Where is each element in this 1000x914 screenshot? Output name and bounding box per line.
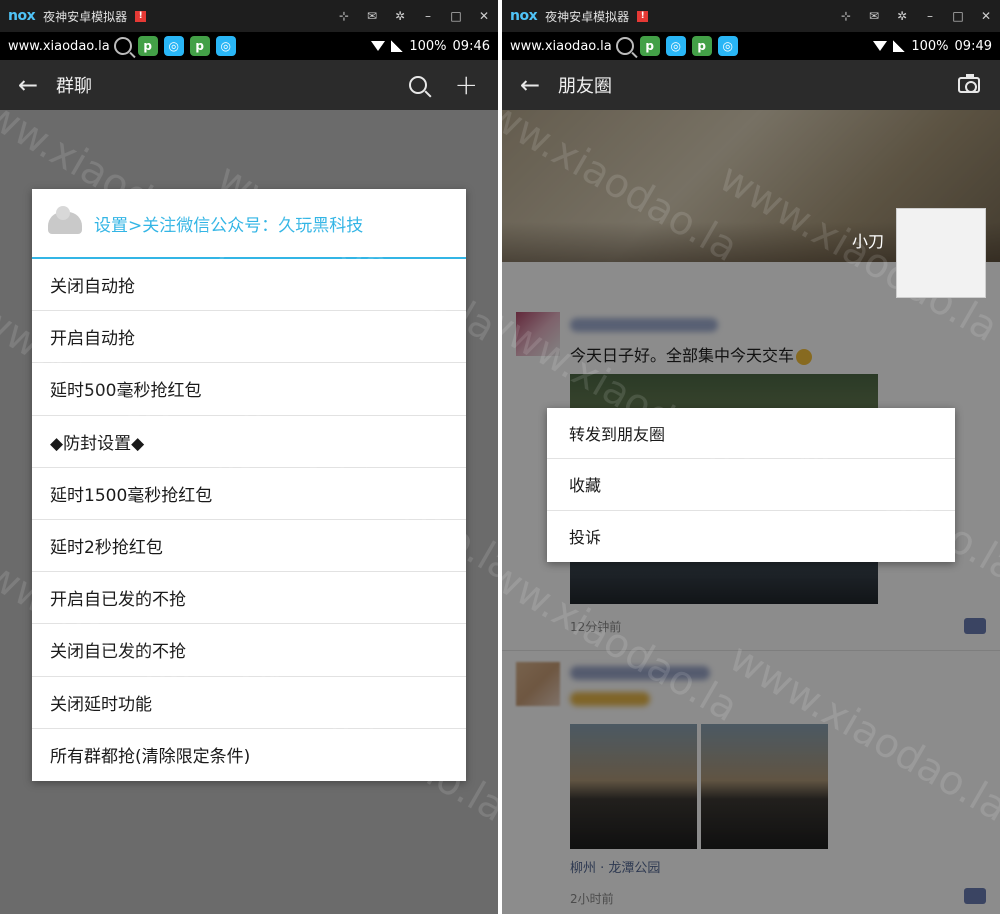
mail-icon[interactable]: ✉	[868, 9, 880, 23]
menu-item[interactable]: 开启自已发的不抢	[32, 572, 466, 625]
status-right: 100% 09:46	[371, 39, 490, 54]
close-icon[interactable]: ✕	[980, 9, 992, 23]
app-bar-actions	[958, 74, 1000, 93]
status-app-icons: p ◎ p ◎	[113, 36, 236, 56]
status-site-text: www.xiaodao.la	[8, 38, 110, 54]
app-bar: ← 群聊 +	[0, 60, 498, 110]
app-p-icon: p	[137, 36, 158, 56]
status-app-icons: p ◎ p ◎	[615, 36, 738, 56]
emulator-title-bar: nox 夜神安卓模拟器 ! ⊹ ✉ ✲ – □ ✕	[502, 0, 1000, 32]
post-context-menu: 转发到朋友圈 收藏 投诉	[547, 408, 955, 562]
wifi-icon	[371, 41, 386, 51]
gear-icon[interactable]: ✲	[896, 9, 908, 23]
status-site-text: www.xiaodao.la	[510, 38, 612, 54]
status-right: 100% 09:49	[873, 39, 992, 54]
alert-badge: !	[135, 10, 147, 22]
clock-text: 09:46	[452, 38, 490, 54]
back-arrow-icon[interactable]: ←	[502, 71, 558, 99]
search-icon	[113, 37, 132, 55]
app-circle-icon: ◎	[717, 36, 738, 56]
app-bar-actions: +	[408, 71, 498, 99]
cloud-icon	[48, 206, 82, 234]
mail-icon[interactable]: ✉	[366, 9, 378, 23]
menu-header: 设置>关注微信公众号：久玩黑科技	[32, 189, 466, 259]
status-bar: www.xiaodao.la p ◎ p ◎ 100% 09:49	[502, 32, 1000, 60]
search-icon	[615, 37, 634, 55]
battery-text: 100%	[409, 38, 447, 54]
emulator-title: 夜神安卓模拟器	[43, 9, 128, 24]
signal-icon	[893, 40, 906, 52]
gear-icon[interactable]: ✲	[394, 9, 406, 23]
battery-text: 100%	[911, 38, 949, 54]
menu-item[interactable]: 开启自动抢	[32, 311, 466, 364]
status-bar: www.xiaodao.la p ◎ p ◎ 100% 09:46	[0, 32, 498, 60]
plus-icon[interactable]: +	[455, 71, 478, 99]
menu-item[interactable]: 延时500毫秒抢红包	[32, 363, 466, 416]
nox-logo: nox	[510, 8, 538, 24]
app-p-icon: p	[189, 36, 210, 56]
app-circle-icon: ◎	[163, 36, 184, 56]
menu-item[interactable]: 关闭自动抢	[32, 259, 466, 312]
pin-icon[interactable]: ⊹	[338, 9, 350, 23]
back-arrow-icon[interactable]: ←	[0, 71, 56, 99]
profile-name: 小刀	[851, 232, 884, 251]
emulator-controls: ⊹ ✉ ✲ – □ ✕	[338, 9, 490, 23]
menu-item[interactable]: 关闭自已发的不抢	[32, 624, 466, 677]
page-title: 朋友圈	[558, 76, 612, 97]
minimize-icon[interactable]: –	[924, 9, 936, 23]
minimize-icon[interactable]: –	[422, 9, 434, 23]
menu-header-title: 设置>关注微信公众号：久玩黑科技	[94, 215, 364, 236]
maximize-icon[interactable]: □	[952, 9, 964, 23]
pin-icon[interactable]: ⊹	[840, 9, 852, 23]
settings-menu-dialog: 设置>关注微信公众号：久玩黑科技 关闭自动抢 开启自动抢 延时500毫秒抢红包 …	[32, 189, 466, 781]
close-icon[interactable]: ✕	[478, 9, 490, 23]
wifi-icon	[873, 41, 888, 51]
emulator-title: 夜神安卓模拟器	[545, 9, 630, 24]
page-title: 群聊	[56, 76, 92, 97]
app-circle-icon: ◎	[665, 36, 686, 56]
context-menu-item-share[interactable]: 转发到朋友圈	[547, 408, 955, 460]
app-p-icon: p	[691, 36, 712, 56]
camera-icon[interactable]	[958, 74, 980, 93]
left-phone-screen: nox 夜神安卓模拟器 ! ⊹ ✉ ✲ – □ ✕ www.xiaodao.la…	[0, 0, 498, 914]
maximize-icon[interactable]: □	[450, 9, 462, 23]
app-bar: ← 朋友圈	[502, 60, 1000, 110]
menu-item[interactable]: 所有群都抢(清除限定条件)	[32, 729, 466, 781]
app-circle-icon: ◎	[215, 36, 236, 56]
signal-icon	[391, 40, 404, 52]
app-p-icon: p	[639, 36, 660, 56]
nox-logo: nox	[8, 8, 36, 24]
right-phone-screen: nox 夜神安卓模拟器 ! ⊹ ✉ ✲ – □ ✕ www.xiaodao.la…	[502, 0, 1000, 914]
menu-item[interactable]: 延时2秒抢红包	[32, 520, 466, 573]
menu-item[interactable]: 延时1500毫秒抢红包	[32, 468, 466, 520]
profile-avatar[interactable]	[896, 208, 986, 298]
clock-text: 09:49	[954, 38, 992, 54]
menu-item[interactable]: 关闭延时功能	[32, 677, 466, 729]
search-icon[interactable]	[408, 76, 427, 94]
context-menu-item-favorite[interactable]: 收藏	[547, 459, 955, 511]
alert-badge: !	[637, 10, 649, 22]
menu-item[interactable]: ◆防封设置◆	[32, 416, 466, 468]
emulator-title-bar: nox 夜神安卓模拟器 ! ⊹ ✉ ✲ – □ ✕	[0, 0, 498, 32]
emulator-controls: ⊹ ✉ ✲ – □ ✕	[840, 9, 992, 23]
context-menu-item-report[interactable]: 投诉	[547, 511, 955, 562]
